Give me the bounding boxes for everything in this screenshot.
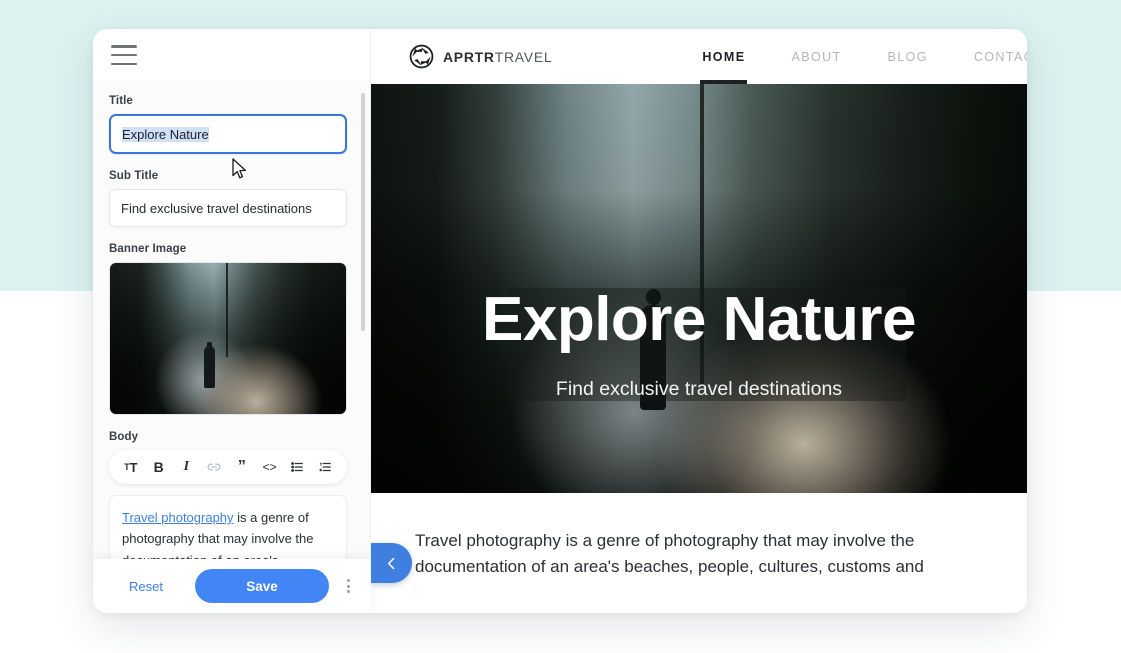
app-window: Title Explore Nature Sub Title Find excl… xyxy=(93,29,1027,613)
field-title: Title Explore Nature xyxy=(109,95,354,154)
bold-icon[interactable]: B xyxy=(149,457,169,477)
collapse-panel-button[interactable] xyxy=(371,543,412,583)
subtitle-label: Sub Title xyxy=(109,170,159,182)
title-input-value: Explore Nature xyxy=(122,126,209,142)
body-editor-link[interactable]: Travel photography xyxy=(122,510,234,525)
preview-body-text: Travel photography is a genre of photogr… xyxy=(415,531,924,577)
nav-item-about[interactable]: ABOUT xyxy=(791,29,841,84)
banner-image-label: Banner Image xyxy=(109,243,187,255)
chevron-left-icon xyxy=(387,557,395,569)
brand-text: APRTRTRAVEL xyxy=(443,49,552,65)
reset-button[interactable]: Reset xyxy=(107,571,185,602)
editor-scrollbar-thumb[interactable] xyxy=(361,93,365,331)
bullet-list-icon[interactable] xyxy=(287,457,307,477)
text-size-icon[interactable]: TT xyxy=(121,457,141,477)
hamburger-line xyxy=(111,62,137,65)
hero-subtitle: Find exclusive travel destinations xyxy=(555,378,843,400)
title-input[interactable]: Explore Nature xyxy=(109,114,347,154)
editor-form-scroll-area[interactable]: Title Explore Nature Sub Title Find excl… xyxy=(93,81,370,613)
preview-body-paragraph: Travel photography is a genre of photogr… xyxy=(371,493,1027,613)
body-label: Body xyxy=(109,431,139,443)
numbered-list-icon[interactable] xyxy=(315,457,335,477)
banner-image-thumbnail[interactable] xyxy=(109,262,347,415)
dot xyxy=(346,590,350,593)
hero-banner: Explore Nature Find exclusive travel des… xyxy=(371,84,1027,493)
save-button[interactable]: Save xyxy=(194,569,329,603)
subtitle-input-value: Find exclusive travel destinations xyxy=(121,200,312,216)
code-icon[interactable]: <> xyxy=(260,457,280,477)
blockquote-icon[interactable]: ” xyxy=(232,457,252,477)
field-body: Body TT B I ” <> Travel photography is a… xyxy=(109,431,354,573)
hamburger-icon[interactable] xyxy=(111,45,137,65)
body-format-toolbar: TT B I ” <> xyxy=(109,450,347,484)
hero-title: Explore Nature xyxy=(481,285,917,354)
hamburger-line xyxy=(111,45,137,48)
site-preview-pane: APRTRTRAVEL HOME ABOUT BLOG CONTACT Expl… xyxy=(371,29,1027,613)
link-icon[interactable] xyxy=(204,457,224,477)
hamburger-line xyxy=(111,53,137,57)
aperture-icon xyxy=(409,44,434,69)
nav-item-blog[interactable]: BLOG xyxy=(888,29,928,84)
nav-item-home[interactable]: HOME xyxy=(700,29,748,84)
editor-panel: Title Explore Nature Sub Title Find excl… xyxy=(93,29,371,613)
more-options-icon[interactable] xyxy=(339,569,357,603)
brand-text-bold: APRTR xyxy=(443,48,495,65)
dot xyxy=(346,579,350,582)
field-banner-image: Banner Image xyxy=(109,243,354,415)
site-header: APRTRTRAVEL HOME ABOUT BLOG CONTACT xyxy=(371,29,1027,84)
editor-topbar xyxy=(93,29,370,81)
subtitle-input[interactable]: Find exclusive travel destinations xyxy=(109,189,347,227)
site-logo[interactable]: APRTRTRAVEL xyxy=(409,44,552,69)
site-nav: HOME ABOUT BLOG CONTACT xyxy=(700,29,1027,84)
brand-text-light: TRAVEL xyxy=(494,48,553,65)
dot xyxy=(346,584,350,588)
nav-item-contact[interactable]: CONTACT xyxy=(974,29,1027,84)
italic-icon[interactable]: I xyxy=(176,457,196,477)
title-label: Title xyxy=(109,95,133,107)
editor-action-bar: Reset Save xyxy=(93,559,371,613)
field-subtitle: Sub Title Find exclusive travel destinat… xyxy=(109,170,354,227)
